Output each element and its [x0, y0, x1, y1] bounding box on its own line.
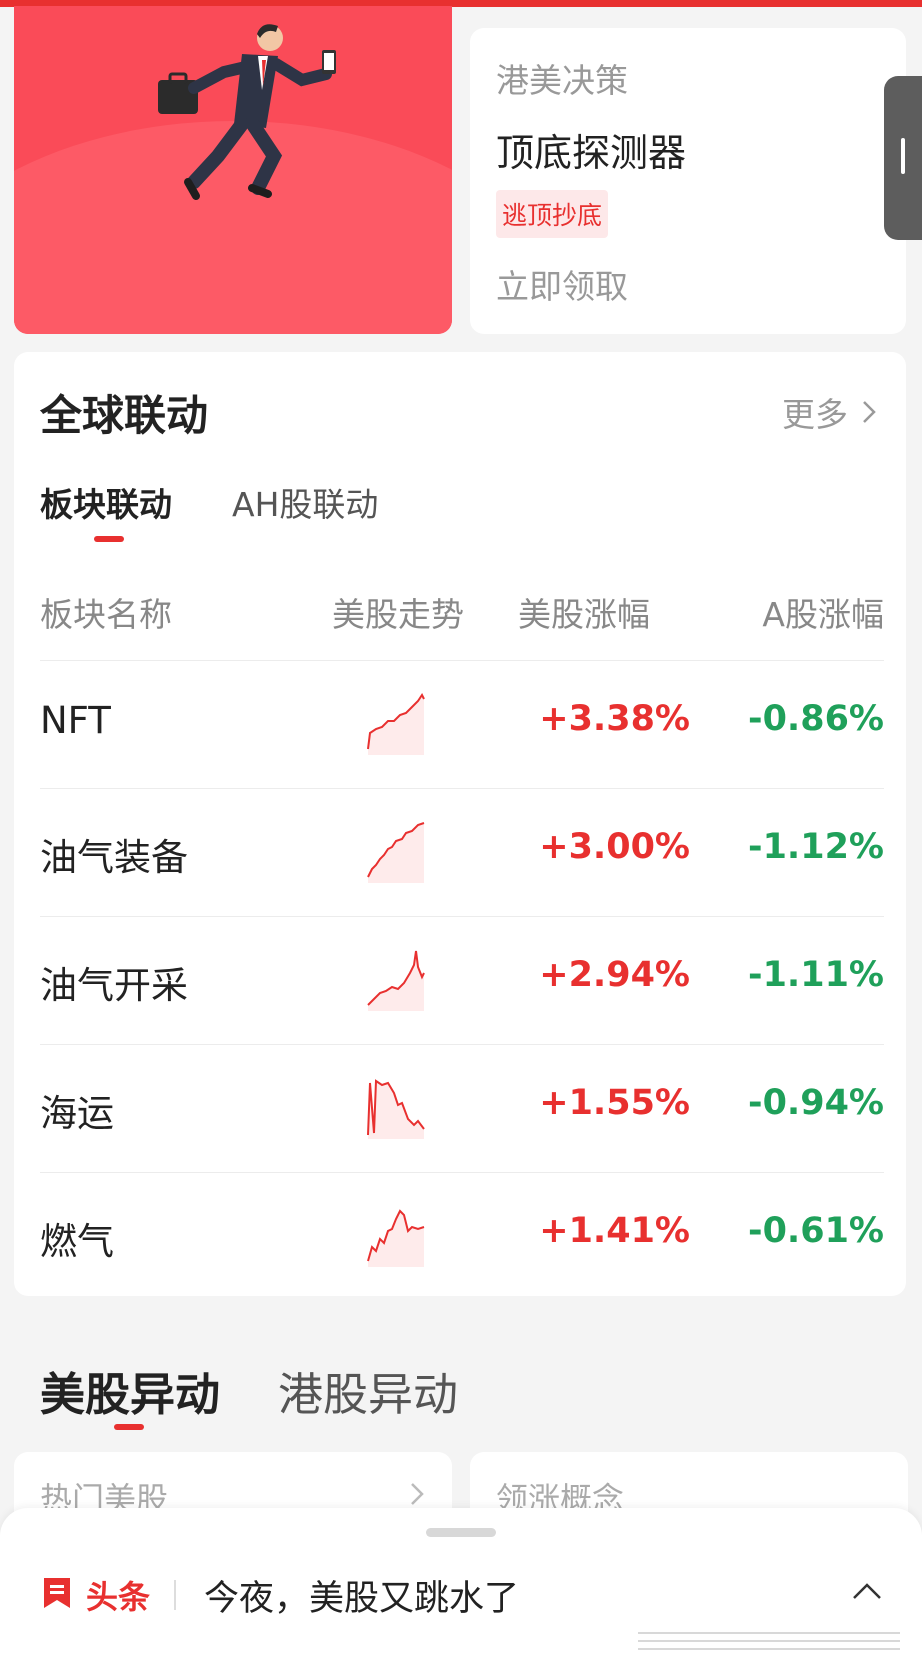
- chevron-right-icon: [863, 401, 876, 423]
- side-drawer-handle[interactable]: [884, 76, 922, 240]
- divider: [174, 1580, 176, 1610]
- a-change-value: -0.61%: [748, 1211, 884, 1251]
- col-us-change: 美股涨幅: [518, 595, 650, 634]
- headline-label: 头条: [86, 1578, 151, 1616]
- col-us-trend: 美股走势: [332, 595, 464, 634]
- sector-table: NFT +3.38% -0.86% 油气装备 +3.00% -1.12% 油气开…: [40, 660, 884, 1300]
- promo-banner[interactable]: [14, 6, 452, 334]
- table-row[interactable]: 油气开采 +2.94% -1.11%: [40, 916, 884, 1044]
- promo-claim-link[interactable]: 立即领取: [496, 260, 628, 308]
- promo-subtitle: 港美决策: [496, 61, 628, 100]
- table-row[interactable]: 油气装备 +3.00% -1.12%: [40, 788, 884, 916]
- a-change-value: -0.86%: [748, 699, 884, 739]
- us-trend-sparkline: [367, 822, 425, 883]
- movers-tabs: 美股异动 港股异动: [40, 1358, 458, 1430]
- us-change-value: +1.41%: [539, 1211, 690, 1251]
- a-change-value: -1.11%: [748, 955, 884, 995]
- us-trend-sparkline: [367, 950, 425, 1011]
- us-trend-sparkline: [367, 693, 425, 755]
- promo-title: 顶底探测器: [496, 131, 687, 175]
- handle-grip: [901, 138, 905, 174]
- sector-name: NFT: [40, 699, 111, 742]
- us-change-value: +1.55%: [539, 1083, 690, 1123]
- us-trend-sparkline: [367, 1079, 425, 1139]
- bookmark-news-icon: [44, 1578, 70, 1608]
- us-trend-sparkline: [367, 1209, 425, 1267]
- tab-us-movers[interactable]: 美股异动: [40, 1358, 220, 1430]
- col-a-change: A股涨幅: [762, 595, 884, 634]
- tab-ah-linkage[interactable]: AH股联动: [232, 478, 378, 526]
- promo-tag: 逃顶抄底: [496, 190, 609, 238]
- us-change-value: +3.00%: [539, 827, 690, 867]
- sector-name: 油气开采: [40, 964, 188, 1007]
- more-link[interactable]: 更多: [782, 388, 876, 436]
- global-linkage-card: 全球联动 更多 板块联动 AH股联动 板块名称 美股走势 美股涨幅 A股涨幅 N…: [14, 352, 906, 1296]
- tab-hk-movers[interactable]: 港股异动: [278, 1358, 458, 1423]
- table-row[interactable]: 海运 +1.55% -0.94%: [40, 1044, 884, 1172]
- a-change-value: -1.12%: [748, 827, 884, 867]
- watermark-lines: [638, 1632, 900, 1650]
- headline-bottom-sheet[interactable]: 头条 今夜，美股又跳水了: [0, 1508, 922, 1669]
- sector-name: 海运: [40, 1092, 114, 1135]
- sector-name: 油气装备: [40, 836, 188, 879]
- running-businessman-illustration: [158, 24, 336, 200]
- table-row[interactable]: 燃气 +1.41% -0.61%: [40, 1172, 884, 1300]
- sheet-grabber[interactable]: [426, 1528, 496, 1537]
- headline-text[interactable]: 今夜，美股又跳水了: [204, 1570, 519, 1621]
- chevron-right-icon: [411, 1483, 424, 1505]
- col-sector-name: 板块名称: [40, 595, 172, 634]
- table-row[interactable]: NFT +3.38% -0.86%: [40, 660, 884, 788]
- linkage-tabs: 板块联动 AH股联动: [40, 478, 378, 542]
- chevron-up-icon[interactable]: [852, 1582, 882, 1600]
- tab-sector-linkage[interactable]: 板块联动: [40, 478, 172, 542]
- section-title: 全球联动: [40, 391, 209, 440]
- promo-card-top-bottom-detector[interactable]: 港美决策 顶底探测器 逃顶抄底 立即领取: [470, 28, 906, 334]
- a-change-value: -0.94%: [748, 1083, 884, 1123]
- sector-name: 燃气: [40, 1220, 114, 1263]
- more-label: 更多: [782, 395, 848, 434]
- us-change-value: +2.94%: [539, 955, 690, 995]
- us-change-value: +3.38%: [539, 699, 690, 739]
